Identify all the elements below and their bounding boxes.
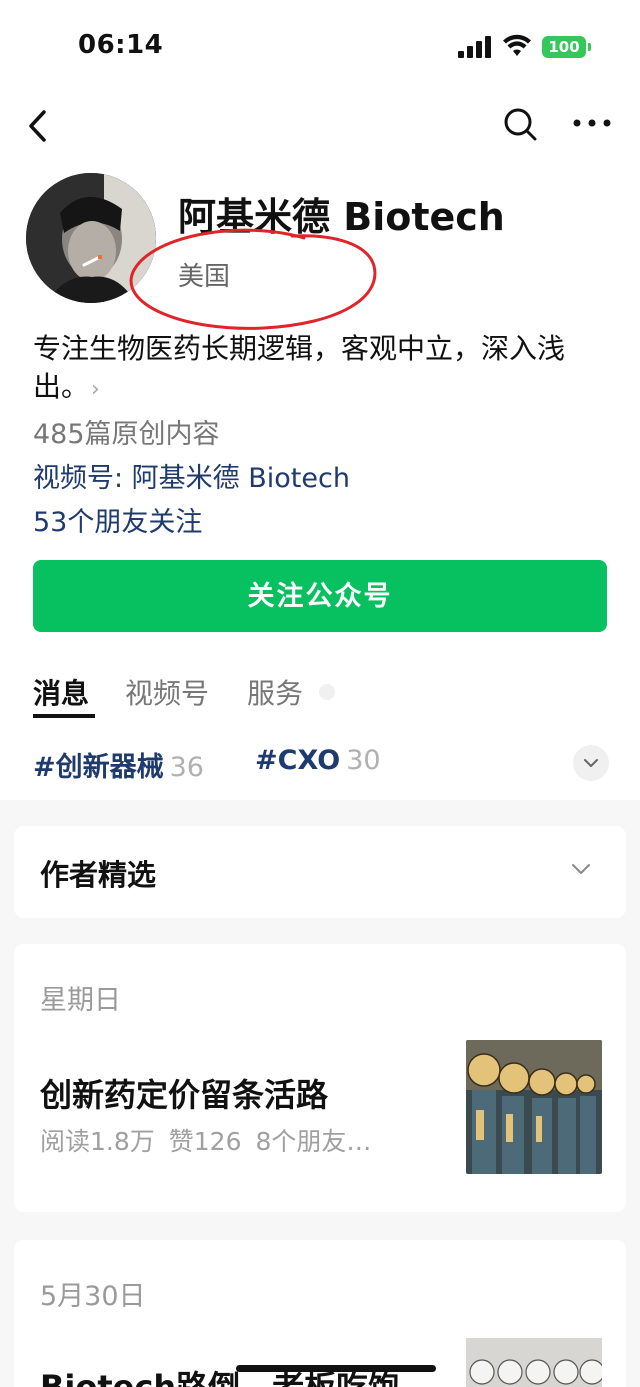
account-description[interactable]: 专注生物医药长期逻辑，客观中立，深入浅出。› [33,330,618,409]
tag-cxo[interactable]: #CXO 30 [255,745,381,776]
author-picks-title: 作者精选 [40,858,157,892]
avatar[interactable] [26,173,156,303]
wifi-icon [503,34,531,56]
thumbnail-image [466,1338,602,1387]
video-channel-link[interactable]: 视频号: 阿基米德 Biotech [33,456,350,495]
top-nav [0,96,640,156]
article-thumbnail[interactable] [466,1040,602,1174]
search-icon[interactable] [502,104,538,144]
more-icon[interactable] [570,108,614,138]
description-text: 专注生物医药长期逻辑，客观中立，深入浅出。 [33,332,566,403]
article-title[interactable]: 创新药定价留条活路 [40,1070,328,1116]
tag-count: 36 [169,752,204,783]
region-label: 美国 [178,262,231,292]
tab-services[interactable]: 服务 [247,672,303,712]
friends-following-link[interactable]: 53个朋友关注 [33,500,202,539]
avatar-photo [26,173,156,303]
chevron-right-icon: › [91,377,100,402]
article-date: 星期日 [40,985,121,1016]
tag-label: #创新器械 [33,752,164,783]
author-picks-card[interactable]: 作者精选 [14,826,626,918]
active-tab-indicator [33,714,95,718]
article-stats: 阅读1.8万 赞126 8个朋友… [40,1122,440,1158]
thumbnail-image [466,1040,602,1174]
red-circle-annotation [129,228,377,330]
home-indicator [236,1365,436,1372]
tag-label: #CXO [255,745,341,776]
tag-innovative-devices[interactable]: #创新器械 36 [33,745,204,784]
follow-account-button[interactable]: 关注公众号 [33,560,607,632]
tag-count: 30 [346,745,381,776]
badge-dot [319,684,335,700]
original-content-count: 485篇原创内容 [33,419,220,450]
status-time: 06:14 [78,30,164,60]
friend-reads: 8个朋友… [255,1127,372,1156]
back-icon[interactable] [22,106,52,146]
like-count: 赞126 [168,1127,242,1156]
signal-icon [458,36,491,58]
battery-indicator: 100 [542,36,591,58]
tab-video-channel[interactable]: 视频号 [125,672,209,712]
tab-messages[interactable]: 消息 [33,672,89,712]
article-date: 5月30日 [40,1281,146,1312]
read-count: 阅读1.8万 [40,1127,155,1156]
content-tabs: 消息 视频号 服务 [33,668,613,720]
article-card[interactable]: 星期日 创新药定价留条活路 阅读1.8万 赞126 8个朋友… [14,944,626,1212]
chevron-down-icon [584,759,598,767]
status-bar: 06:14 100 [0,0,640,96]
expand-tags-button[interactable] [573,745,609,781]
article-thumbnail[interactable] [466,1338,602,1387]
chevron-down-icon [572,864,590,874]
topic-tags: #创新器械 36 #CXO 30 [33,745,613,785]
account-name: 阿基米德 Biotech [178,195,505,239]
